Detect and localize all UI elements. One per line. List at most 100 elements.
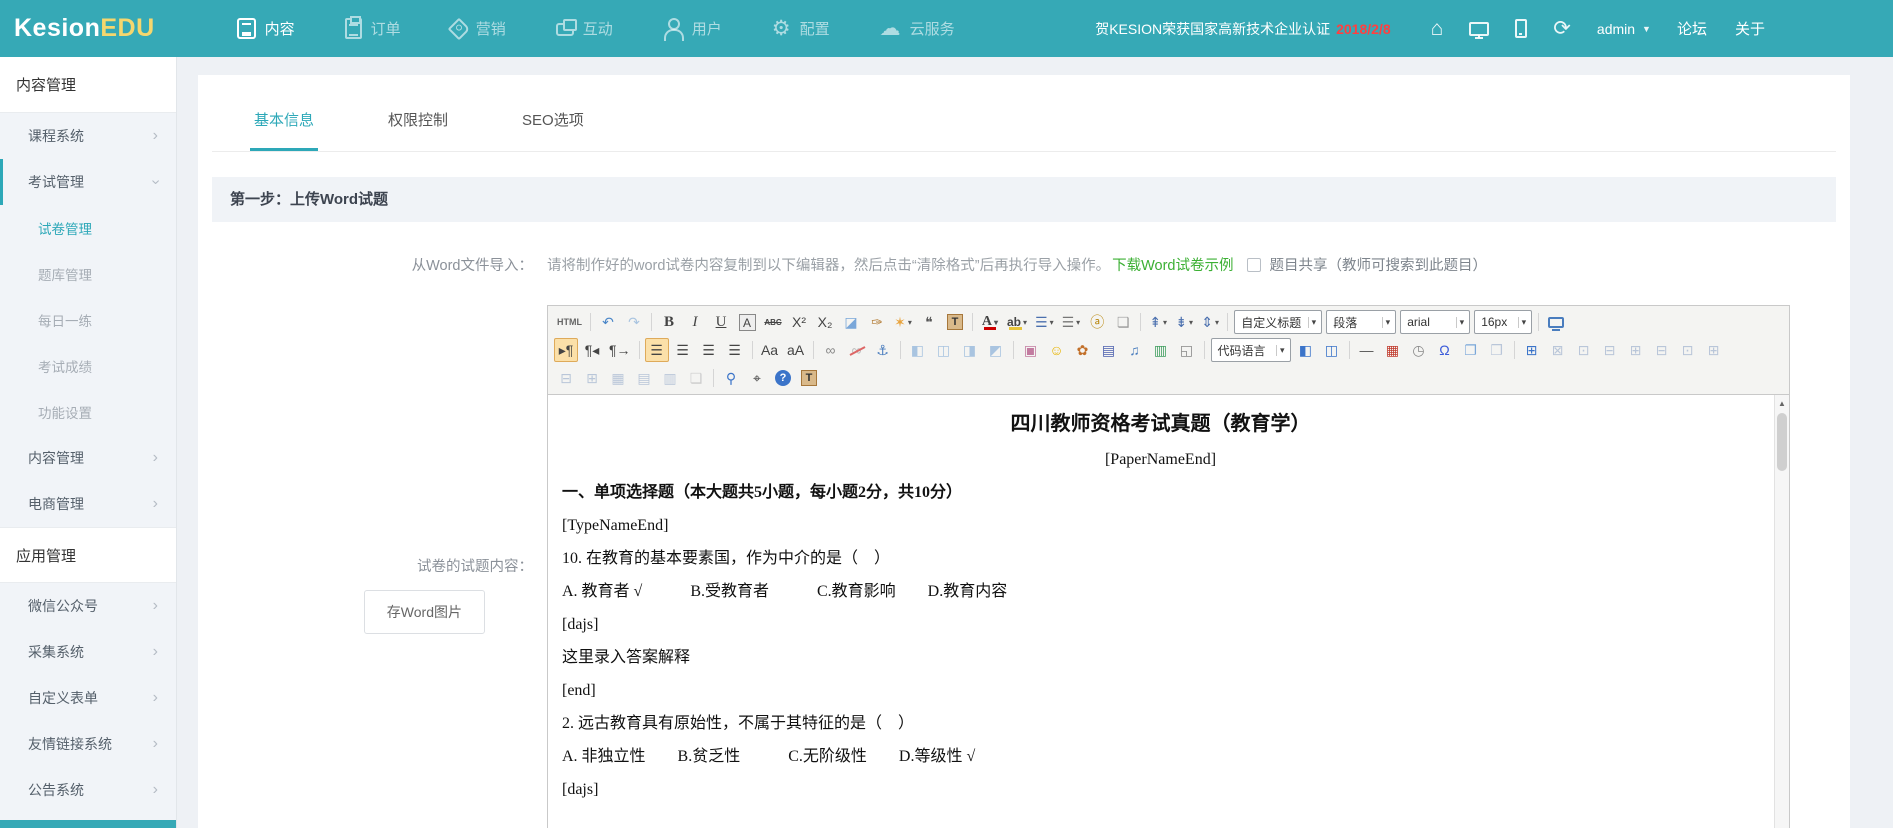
clock-icon[interactable]: ◷ [1407, 338, 1431, 362]
delete-row-icon[interactable]: ▥ [658, 366, 682, 390]
merge-down-icon[interactable]: ⊟ [1650, 338, 1674, 362]
image-block-icon[interactable]: ◩ [984, 338, 1008, 362]
italic-icon[interactable]: I [683, 310, 707, 334]
paragraph-bottom-spacing-icon[interactable]: ⇟▾ [1172, 310, 1196, 334]
table-delete-icon[interactable]: ⊠ [1546, 338, 1570, 362]
tab-seo-options[interactable]: SEO选项 [518, 109, 588, 151]
font-size-select[interactable]: 16px▾ [1474, 310, 1532, 334]
insert-chart-icon[interactable]: ▥ [1149, 338, 1173, 362]
char-spacing-decrease-icon[interactable]: aA [784, 338, 808, 362]
sidebar-item-wechat-official-account[interactable]: 微信公众号› [0, 583, 176, 629]
new-page-icon[interactable]: ❏ [1111, 310, 1135, 334]
refresh-icon[interactable]: ⟳ [1553, 18, 1571, 39]
unlink-icon[interactable]: ∞ [845, 338, 869, 362]
bold-icon[interactable]: B [657, 310, 681, 334]
nav-item-cloud[interactable]: ☁云服务 [880, 18, 955, 39]
sidebar-item-custom-form[interactable]: 自定义表单› [0, 675, 176, 721]
format-brush-icon[interactable]: ✑ [865, 310, 889, 334]
align-center-icon[interactable]: ☰ [671, 338, 695, 362]
horizontal-rule-icon[interactable]: — [1355, 338, 1379, 362]
nav-item-marketing[interactable]: 营销 [451, 18, 506, 39]
sidebar-item-exam-management[interactable]: 考试管理› [0, 159, 176, 205]
nav-link-forum[interactable]: 论坛 [1677, 18, 1707, 39]
save-word-image-button[interactable]: 存Word图片 [364, 590, 485, 634]
paste-clipboard-icon[interactable]: T [797, 366, 821, 390]
align-left-icon[interactable]: ☰ [645, 338, 669, 362]
insert-col-right-icon[interactable]: ▤ [632, 366, 656, 390]
insert-media-icon[interactable]: ◱ [1175, 338, 1199, 362]
mobile-icon[interactable] [1515, 19, 1527, 38]
heading-style-select[interactable]: 自定义标题▾ [1234, 310, 1322, 334]
redo-icon[interactable]: ↷ [622, 310, 646, 334]
eraser-icon[interactable]: ◪ [839, 310, 863, 334]
link-icon[interactable]: ∞ [819, 338, 843, 362]
html-source-icon[interactable]: HTML [554, 310, 585, 334]
scrollbar-thumb[interactable] [1777, 413, 1787, 471]
unordered-list-icon[interactable]: ☰▾ [1059, 310, 1084, 334]
nav-item-users[interactable]: 用户 [663, 18, 722, 39]
editor-content[interactable]: 四川教师资格考试真题（教育学）[PaperNameEnd]一、单项选择题（本大题… [548, 395, 1789, 828]
line-height-icon[interactable]: ⇕▾ [1198, 310, 1222, 334]
nav-item-orders[interactable]: 订单 [345, 18, 401, 39]
image-align-right-icon[interactable]: ◨ [958, 338, 982, 362]
font-family-select[interactable]: arial▾ [1400, 310, 1470, 334]
table-full-icon[interactable]: ⊞ [1702, 338, 1726, 362]
insert-video-icon[interactable]: ▤ [1097, 338, 1121, 362]
sidebar-item-announcement-system[interactable]: 公告系统› [0, 767, 176, 813]
sidebar-item-content-management[interactable]: 内容管理› [0, 435, 176, 481]
merge-right-icon[interactable]: ⊞ [1624, 338, 1648, 362]
word-image-icon[interactable]: ❒ [1485, 338, 1509, 362]
sidebar-item-collection-system[interactable]: 采集系统› [0, 629, 176, 675]
ltr-paragraph-icon[interactable]: ▸¶ [554, 338, 578, 362]
sidebar-item-ecommerce-management[interactable]: 电商管理› [0, 481, 176, 527]
strikethrough-icon[interactable]: ABC [761, 310, 785, 334]
nav-item-interact[interactable]: 互动 [556, 18, 613, 39]
blank-page-icon[interactable]: ❏ [684, 366, 708, 390]
fullscreen-icon[interactable] [1544, 310, 1568, 334]
anchor-icon[interactable]: ⚓ [871, 338, 895, 362]
subscript-icon[interactable]: X₂ [813, 310, 837, 334]
sidebar-item-course-system[interactable]: 课程系统› [0, 113, 176, 159]
align-right-icon[interactable]: ☰ [697, 338, 721, 362]
rtl-paragraph-icon[interactable]: ¶◂ [580, 338, 604, 362]
sidebar-subitem-exam-scores[interactable]: 考试成绩 [0, 343, 176, 389]
preview-icon[interactable]: ⚲ [719, 366, 743, 390]
paragraph-top-spacing-icon[interactable]: ⇞▾ [1146, 310, 1170, 334]
remote-media-icon[interactable]: ◫ [1320, 338, 1344, 362]
user-menu[interactable]: admin▼ [1597, 21, 1651, 37]
code-block-icon[interactable]: ◧ [1294, 338, 1318, 362]
insert-music-icon[interactable]: ♫ [1123, 338, 1147, 362]
indent-icon[interactable]: ¶→ [606, 338, 634, 362]
code-language-select[interactable]: 代码语言▾ [1211, 338, 1291, 362]
paste-text-icon[interactable]: T [943, 310, 967, 334]
share-question-checkbox[interactable] [1247, 258, 1261, 272]
sidebar-item-friend-link-system[interactable]: 友情链接系统› [0, 721, 176, 767]
sidebar-item-partial[interactable] [0, 820, 176, 828]
nav-item-content[interactable]: 内容 [237, 18, 295, 39]
insert-row-below-icon[interactable]: ⊞ [580, 366, 604, 390]
editor-scrollbar[interactable]: ▲ [1774, 395, 1789, 828]
insert-col-left-icon[interactable]: ▦ [606, 366, 630, 390]
palette-icon[interactable]: ✿ [1071, 338, 1095, 362]
cell-prop-icon[interactable]: ⊟ [1598, 338, 1622, 362]
font-color-icon[interactable]: A▾ [978, 310, 1002, 334]
nav-item-config[interactable]: ⚙配置 [772, 18, 830, 39]
char-spacing-increase-icon[interactable]: Aa [758, 338, 782, 362]
media-window-icon[interactable]: ❐ [1459, 338, 1483, 362]
sidebar-subitem-daily-practice[interactable]: 每日一练 [0, 297, 176, 343]
home-icon[interactable]: ⌂ [1431, 18, 1444, 39]
tab-basic-info[interactable]: 基本信息 [250, 109, 318, 151]
table-prop-icon[interactable]: ⊡ [1572, 338, 1596, 362]
undo-icon[interactable]: ↶ [596, 310, 620, 334]
paragraph-format-select[interactable]: 段落▾ [1326, 310, 1396, 334]
superscript-icon[interactable]: X² [787, 310, 811, 334]
underline-icon[interactable]: U [709, 310, 733, 334]
find-replace-icon[interactable]: ⌖ [745, 366, 769, 390]
highlight-color-icon[interactable]: ab▾ [1004, 310, 1030, 334]
special-char-icon[interactable]: Ω [1433, 338, 1457, 362]
insert-image-icon[interactable]: ▣ [1019, 338, 1043, 362]
font-border-icon[interactable]: A [735, 310, 759, 334]
sidebar-subitem-paper-management[interactable]: 试卷管理 [0, 205, 176, 251]
sidebar-subitem-question-bank[interactable]: 题库管理 [0, 251, 176, 297]
magic-wand-icon[interactable]: ✶▾ [891, 310, 915, 334]
